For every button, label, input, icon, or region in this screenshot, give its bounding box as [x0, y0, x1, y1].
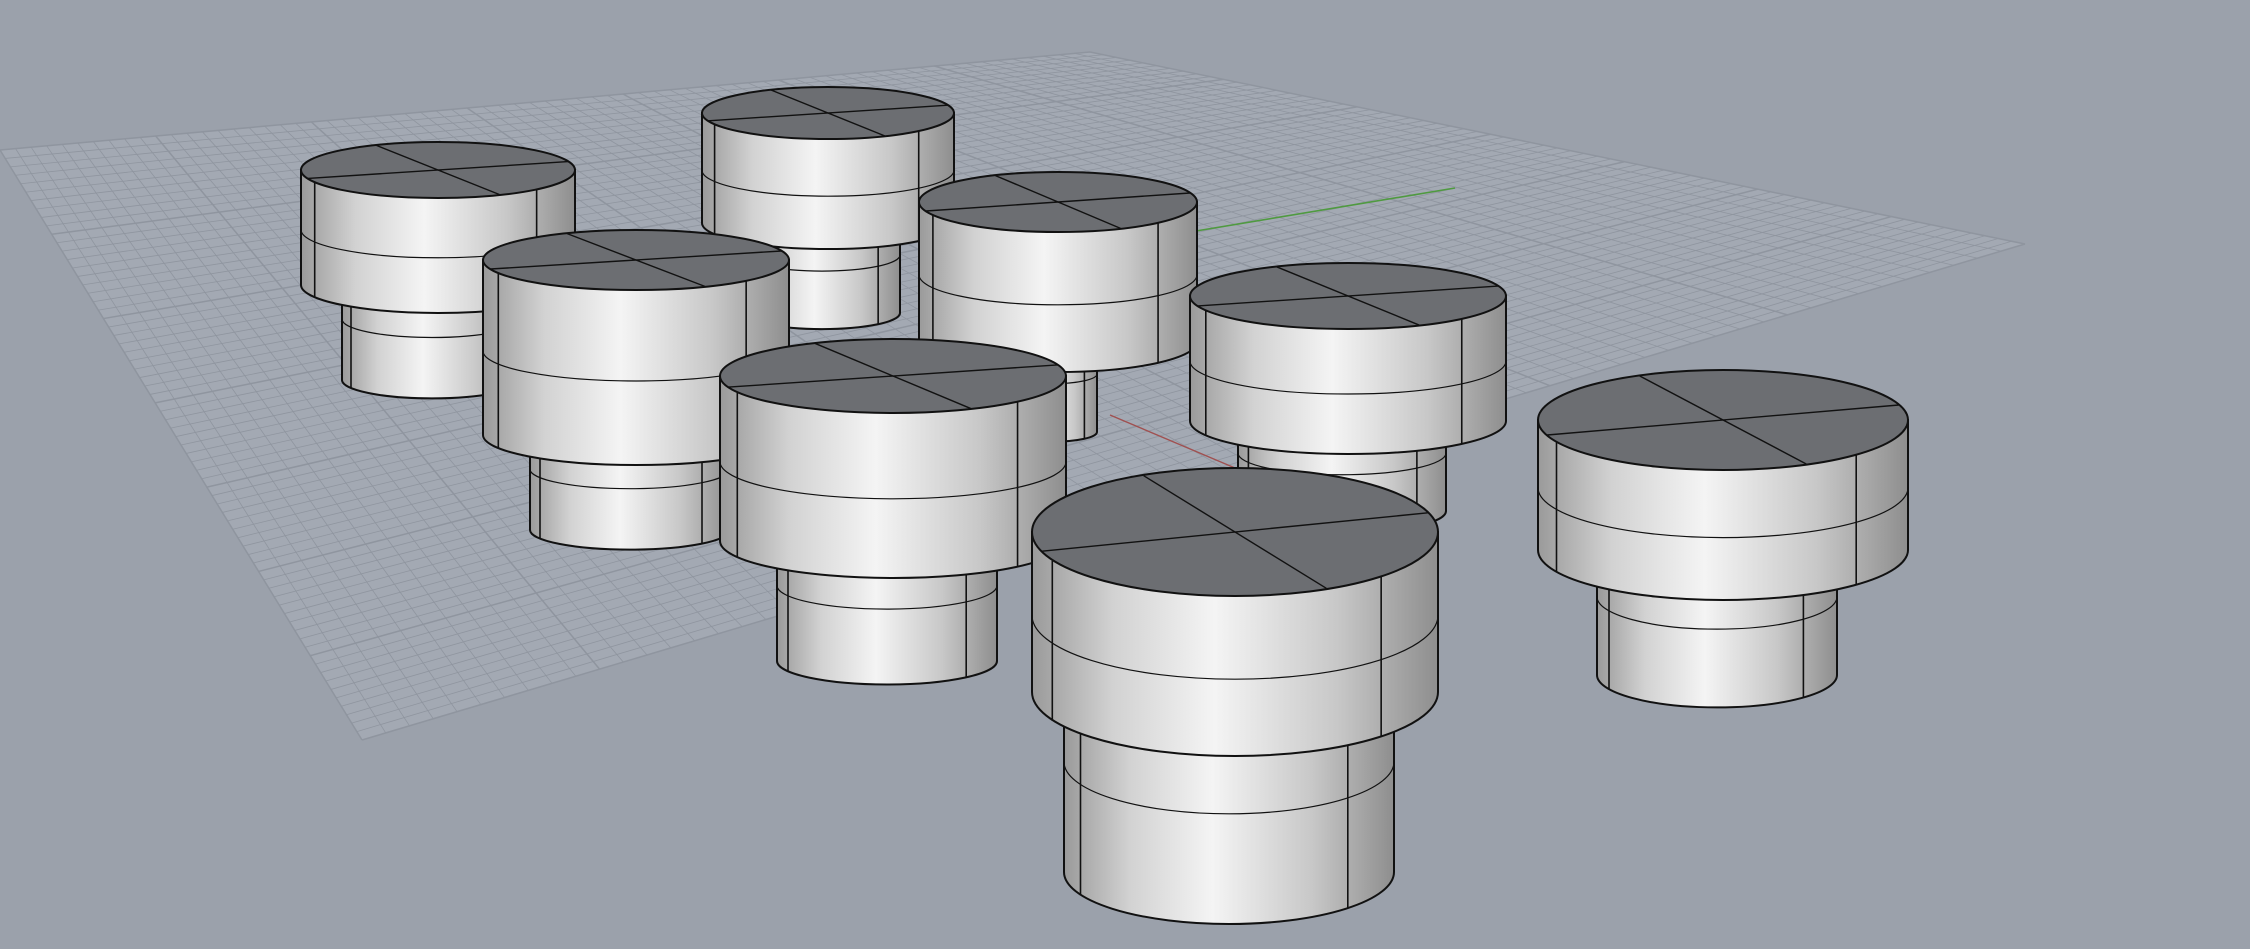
stepped-cylinder-8 — [1031, 467, 1439, 925]
scene-canvas[interactable] — [0, 0, 2250, 949]
perspective-viewport[interactable] — [0, 0, 2250, 949]
